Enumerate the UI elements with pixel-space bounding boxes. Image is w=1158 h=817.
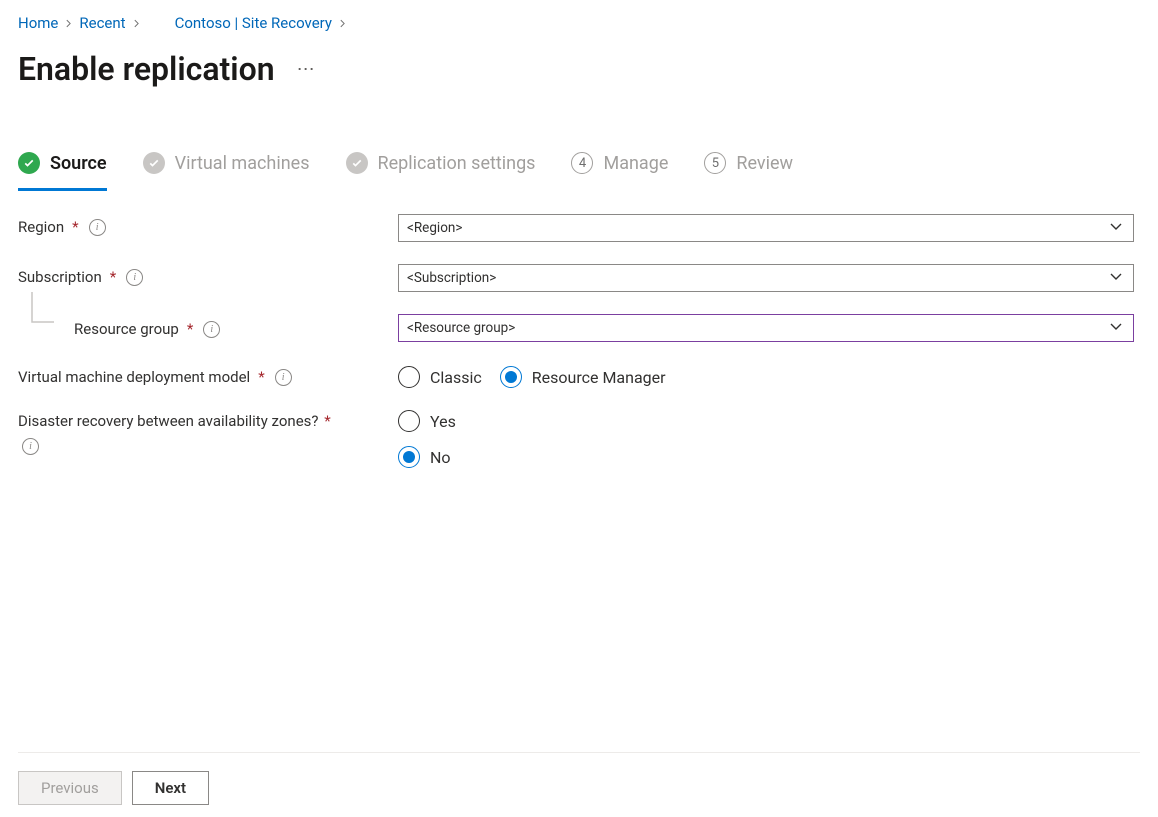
radio-icon: [500, 366, 522, 388]
resource-group-label-row: Resource group * i: [18, 314, 398, 342]
radio-label: Resource Manager: [532, 368, 666, 387]
info-icon[interactable]: i: [89, 219, 106, 236]
chevron-down-icon: [1109, 320, 1123, 336]
page-title: Enable replication: [18, 50, 275, 88]
required-asterisk: *: [324, 412, 330, 430]
dr-zones-label: Disaster recovery between availability z…: [18, 412, 318, 430]
breadcrumb-vault[interactable]: Contoso | Site Recovery: [175, 14, 332, 32]
dr-zones-no[interactable]: No: [398, 446, 1138, 468]
chevron-right-icon: [132, 14, 141, 32]
chevron-down-icon: [1109, 220, 1123, 236]
step-label: Manage: [603, 153, 668, 174]
step-number-icon: 5: [704, 152, 726, 174]
wizard-footer: Previous Next: [18, 752, 1140, 817]
required-asterisk: *: [258, 368, 264, 386]
subscription-value: <Subscription>: [407, 270, 496, 286]
subscription-label: Subscription: [18, 268, 102, 286]
info-icon[interactable]: i: [275, 369, 292, 386]
breadcrumb: Home Recent Contoso | Site Recovery: [18, 14, 1140, 32]
step-label: Review: [736, 153, 793, 174]
step-label: Source: [50, 153, 107, 174]
deploy-model-radio-group: Classic Resource Manager: [398, 364, 1138, 388]
radio-label: Yes: [430, 412, 456, 431]
chevron-right-icon: [338, 14, 347, 32]
region-label: Region: [18, 218, 64, 236]
dr-zones-yes[interactable]: Yes: [398, 410, 1138, 432]
more-menu-button[interactable]: ⋯: [297, 59, 317, 80]
step-review[interactable]: 5 Review: [704, 152, 793, 188]
required-asterisk: *: [187, 320, 193, 338]
deploy-model-classic[interactable]: Classic: [398, 366, 482, 388]
radio-icon: [398, 366, 420, 388]
radio-icon: [398, 410, 420, 432]
radio-icon: [398, 446, 420, 468]
check-circle-icon: [346, 152, 368, 174]
required-asterisk: *: [110, 268, 116, 286]
wizard-steps: Source Virtual machines Replication sett…: [18, 152, 1140, 188]
deploy-model-resource-manager[interactable]: Resource Manager: [500, 366, 666, 388]
resource-group-label: Resource group: [74, 320, 179, 338]
info-icon[interactable]: i: [22, 438, 39, 455]
previous-button[interactable]: Previous: [18, 771, 122, 805]
radio-label: No: [430, 448, 451, 467]
region-value: <Region>: [407, 220, 462, 236]
resource-group-dropdown[interactable]: <Resource group>: [398, 314, 1134, 342]
region-label-row: Region * i: [18, 214, 398, 236]
source-form: Region * i <Region> Subscription * i <Su…: [18, 214, 1140, 468]
subscription-dropdown[interactable]: <Subscription>: [398, 264, 1134, 292]
info-icon[interactable]: i: [203, 321, 220, 338]
check-circle-icon: [143, 152, 165, 174]
subscription-label-row: Subscription * i: [18, 264, 398, 286]
resource-group-value: <Resource group>: [407, 320, 515, 336]
next-button[interactable]: Next: [132, 771, 209, 805]
required-asterisk: *: [72, 218, 78, 236]
dr-zones-label-row: Disaster recovery between availability z…: [18, 410, 338, 455]
deploy-model-label: Virtual machine deployment model: [18, 368, 250, 386]
step-replication-settings[interactable]: Replication settings: [346, 152, 536, 188]
step-label: Virtual machines: [175, 153, 310, 174]
breadcrumb-recent[interactable]: Recent: [79, 14, 125, 32]
region-dropdown[interactable]: <Region>: [398, 214, 1134, 242]
radio-label: Classic: [430, 368, 482, 387]
breadcrumb-home[interactable]: Home: [18, 14, 58, 32]
chevron-right-icon: [64, 14, 73, 32]
deploy-model-label-row: Virtual machine deployment model * i: [18, 364, 398, 386]
step-manage[interactable]: 4 Manage: [571, 152, 668, 188]
chevron-down-icon: [1109, 270, 1123, 286]
indent-connector-icon: [18, 310, 54, 336]
step-number-icon: 4: [571, 152, 593, 174]
step-label: Replication settings: [378, 153, 536, 174]
check-circle-icon: [18, 152, 40, 174]
dr-zones-radio-group: Yes No: [398, 410, 1138, 468]
step-virtual-machines[interactable]: Virtual machines: [143, 152, 310, 188]
step-source[interactable]: Source: [18, 152, 107, 191]
info-icon[interactable]: i: [126, 269, 143, 286]
